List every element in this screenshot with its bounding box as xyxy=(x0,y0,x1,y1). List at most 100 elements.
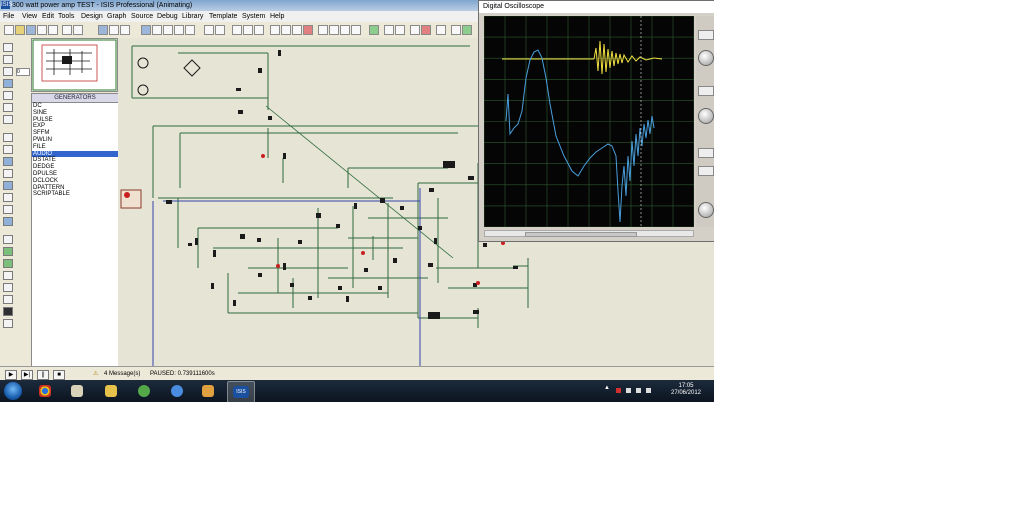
tape-recorder-icon[interactable] xyxy=(3,169,13,178)
remove-sheet-icon[interactable] xyxy=(421,25,431,35)
generator-item-dedge[interactable]: DEDGE xyxy=(32,164,118,171)
2d-symbol-icon[interactable] xyxy=(3,307,13,316)
menu-tools[interactable]: Tools xyxy=(58,11,74,22)
generator-item-pwlin[interactable]: PWLIN xyxy=(32,137,118,144)
taskbar-messenger[interactable] xyxy=(131,381,157,401)
menu-help[interactable]: Help xyxy=(270,11,284,22)
generator-item-dpattern[interactable]: DPATTERN xyxy=(32,185,118,192)
junction-dot-icon[interactable] xyxy=(3,67,13,76)
menu-library[interactable]: Library xyxy=(182,11,203,22)
electrical-rules-check-icon[interactable] xyxy=(462,25,472,35)
generator-item-exp[interactable]: EXP xyxy=(32,123,118,130)
tray-clock[interactable]: 17:05 27/06/2012 xyxy=(664,383,708,397)
menu-design[interactable]: Design xyxy=(81,11,103,22)
copy-icon[interactable] xyxy=(243,25,253,35)
trigger-level[interactable] xyxy=(698,148,714,158)
buses-icon[interactable] xyxy=(3,103,13,112)
terminals-icon[interactable] xyxy=(3,133,13,142)
channel-b-coupling[interactable] xyxy=(698,86,714,96)
taskbar-media-player[interactable] xyxy=(195,381,221,401)
step-icon[interactable]: ▶| xyxy=(21,370,33,380)
menu-edit[interactable]: Edit xyxy=(42,11,54,22)
cut-icon[interactable] xyxy=(232,25,242,35)
generator-item-file[interactable]: FILE xyxy=(32,144,118,151)
2d-circle-icon[interactable] xyxy=(3,259,13,268)
paste-icon[interactable] xyxy=(254,25,264,35)
menu-debug[interactable]: Debug xyxy=(157,11,178,22)
redo-icon[interactable] xyxy=(215,25,225,35)
property-tool-icon[interactable] xyxy=(395,25,405,35)
taskbar-files[interactable] xyxy=(98,381,124,401)
timebase-knob[interactable] xyxy=(698,202,714,218)
menu-source[interactable]: Source xyxy=(131,11,153,22)
search-tag-icon[interactable] xyxy=(384,25,394,35)
print-area-icon[interactable] xyxy=(73,25,83,35)
2d-path-icon[interactable] xyxy=(3,283,13,292)
generator-item-dc[interactable]: DC xyxy=(32,103,118,110)
2d-arc-icon[interactable] xyxy=(3,271,13,280)
grid-icon[interactable] xyxy=(109,25,119,35)
menu-template[interactable]: Template xyxy=(209,11,237,22)
block-copy-icon[interactable] xyxy=(270,25,280,35)
timebase-selector[interactable] xyxy=(698,166,714,176)
block-move-icon[interactable] xyxy=(281,25,291,35)
menu-system[interactable]: System xyxy=(242,11,265,22)
print-icon[interactable] xyxy=(62,25,72,35)
2d-line-icon[interactable] xyxy=(3,235,13,244)
2d-text-icon[interactable] xyxy=(3,295,13,304)
oscilloscope-scrollbar[interactable] xyxy=(484,230,694,237)
subcircuit-icon[interactable] xyxy=(3,115,13,124)
menu-file[interactable]: File xyxy=(3,11,14,22)
zoom-all-icon[interactable] xyxy=(174,25,184,35)
exit-to-parent-icon[interactable] xyxy=(436,25,446,35)
generator-item-scriptable[interactable]: SCRIPTABLE xyxy=(32,191,118,198)
make-device-icon[interactable] xyxy=(329,25,339,35)
stop-icon[interactable]: ■ xyxy=(53,370,65,380)
component-mode-icon[interactable] xyxy=(3,55,13,64)
menu-graph[interactable]: Graph xyxy=(107,11,126,22)
pause-icon[interactable]: || xyxy=(37,370,49,380)
bill-of-materials-icon[interactable] xyxy=(451,25,461,35)
tray-flag-icon[interactable] xyxy=(616,388,621,393)
rotation-spin-field[interactable]: 0 xyxy=(16,68,30,76)
taskbar-itunes[interactable] xyxy=(164,381,190,401)
zoom-in-icon[interactable] xyxy=(152,25,162,35)
graph-mode-icon[interactable] xyxy=(3,157,13,166)
oscilloscope-scroll-thumb[interactable] xyxy=(525,232,637,237)
current-probe-icon[interactable] xyxy=(3,205,13,214)
new-file-icon[interactable] xyxy=(4,25,14,35)
overview-window[interactable] xyxy=(31,38,118,92)
pan-icon[interactable] xyxy=(141,25,151,35)
zoom-out-icon[interactable] xyxy=(163,25,173,35)
generator-item-dstate[interactable]: DSTATE xyxy=(32,157,118,164)
voltage-probe-icon[interactable] xyxy=(3,193,13,202)
channel-b-position-knob[interactable] xyxy=(698,108,714,124)
menu-view[interactable]: View xyxy=(22,11,37,22)
new-sheet-icon[interactable] xyxy=(410,25,420,35)
generator-item-sffm[interactable]: SFFM xyxy=(32,130,118,137)
text-script-icon[interactable] xyxy=(3,91,13,100)
virtual-instruments-icon[interactable] xyxy=(3,217,13,226)
generator-item-pulse[interactable]: PULSE xyxy=(32,117,118,124)
block-rotate-icon[interactable] xyxy=(292,25,302,35)
taskbar-chrome[interactable] xyxy=(32,381,58,401)
block-delete-icon[interactable] xyxy=(303,25,313,35)
channel-a-position-knob[interactable] xyxy=(698,50,714,66)
import-icon[interactable] xyxy=(37,25,47,35)
save-icon[interactable] xyxy=(26,25,36,35)
tray-display-icon[interactable] xyxy=(626,388,631,393)
play-icon[interactable]: ▶ xyxy=(5,370,17,380)
messages-count[interactable]: 4 Message(s) xyxy=(104,367,140,381)
generator-item-dpulse[interactable]: DPULSE xyxy=(32,171,118,178)
channel-a-coupling[interactable] xyxy=(698,30,714,40)
2d-box-icon[interactable] xyxy=(3,247,13,256)
device-pins-icon[interactable] xyxy=(3,145,13,154)
packaging-icon[interactable] xyxy=(340,25,350,35)
generator-item-audio[interactable]: AUDIO xyxy=(32,150,118,158)
origin-icon[interactable] xyxy=(120,25,130,35)
tray-volume-icon[interactable] xyxy=(646,388,651,393)
open-folder-icon[interactable] xyxy=(15,25,25,35)
pick-device-icon[interactable] xyxy=(318,25,328,35)
decompose-icon[interactable] xyxy=(351,25,361,35)
generator-item-sine[interactable]: SINE xyxy=(32,110,118,117)
